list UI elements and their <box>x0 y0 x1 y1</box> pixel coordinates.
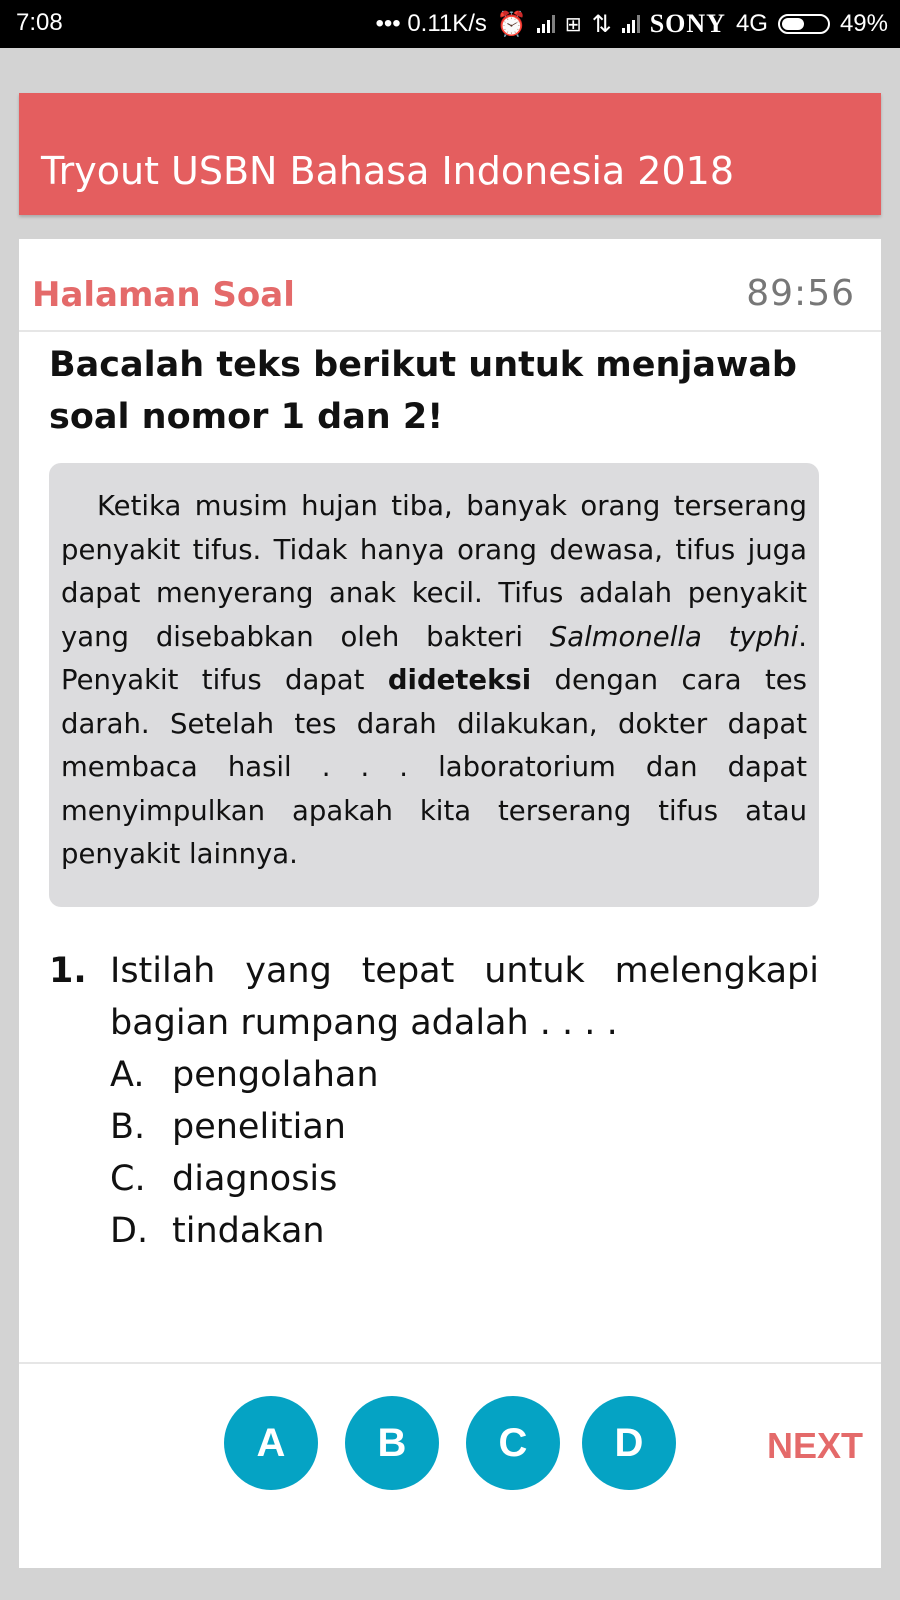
app-bar: Tryout USBN Bahasa Indonesia 2018 <box>19 93 881 215</box>
question-number: 1. <box>49 950 87 991</box>
question-body: Istilah yang tepat untuk melengkapi bagi… <box>110 945 819 1257</box>
option-a: A. pengolahan <box>110 1049 819 1101</box>
passage-bold-term: dideteksi <box>387 664 532 696</box>
question-card: Halaman Soal 89:56 Bacalah teks berikut … <box>19 239 881 1568</box>
footer-divider <box>19 1362 881 1364</box>
answer-button-d[interactable]: D <box>582 1396 676 1490</box>
alarm-icon: ⏰ <box>496 10 527 38</box>
battery-icon <box>777 14 830 34</box>
header-divider <box>19 330 881 332</box>
section-title: Halaman Soal <box>32 275 295 315</box>
option-c: C. diagnosis <box>110 1153 819 1205</box>
status-bar: 7:08 ••• 0.11K/s ⏰ ⊞ ⇅ SONY 4G 49% <box>0 0 900 48</box>
option-letter: D. <box>110 1210 149 1251</box>
status-icons: ••• 0.11K/s ⏰ ⊞ ⇅ SONY 4G 49% <box>375 9 888 39</box>
option-d: D. tindakan <box>110 1205 819 1257</box>
answer-button-c[interactable]: C <box>466 1396 560 1490</box>
question-content: Bacalah teks berikut untuk menjawab soal… <box>49 339 819 1257</box>
option-letter: A. <box>110 1054 145 1095</box>
instruction-text: Bacalah teks berikut untuk menjawab soal… <box>49 345 797 437</box>
carrier-name: SONY <box>649 9 726 38</box>
answer-button-b[interactable]: B <box>345 1396 439 1490</box>
countdown-timer: 89:56 <box>746 273 855 314</box>
answer-button-a[interactable]: A <box>224 1396 318 1490</box>
passage-italic-term: Salmonella typhi <box>549 620 799 653</box>
option-text: tindakan <box>172 1210 325 1251</box>
data-transfer-icon: ⇅ <box>591 10 612 38</box>
signal-icon-2 <box>621 15 640 33</box>
question-text: Istilah yang tepat untuk melengkapi bagi… <box>110 950 819 1043</box>
windows-icon: ⊞ <box>564 13 582 36</box>
battery-percent: 49% <box>839 10 888 37</box>
net-speed: ••• 0.11K/s <box>375 10 487 37</box>
option-text: pengolahan <box>172 1054 379 1095</box>
signal-icon <box>536 15 555 33</box>
question-1: 1. Istilah yang tepat untuk melengkapi b… <box>49 945 819 1257</box>
reading-passage: Ketika musim hujan tiba, banyak orang te… <box>49 463 819 907</box>
option-letter: C. <box>110 1158 146 1199</box>
status-time: 7:08 <box>16 9 63 36</box>
option-text: penelitian <box>172 1106 346 1147</box>
next-button[interactable]: NEXT <box>767 1425 863 1467</box>
option-text: diagnosis <box>172 1158 338 1199</box>
option-letter: B. <box>110 1106 146 1147</box>
app-title: Tryout USBN Bahasa Indonesia 2018 <box>41 149 734 193</box>
network-type: 4G <box>735 10 768 37</box>
passage-text: Ketika musim hujan tiba, banyak orang te… <box>61 485 807 877</box>
option-b: B. penelitian <box>110 1101 819 1153</box>
